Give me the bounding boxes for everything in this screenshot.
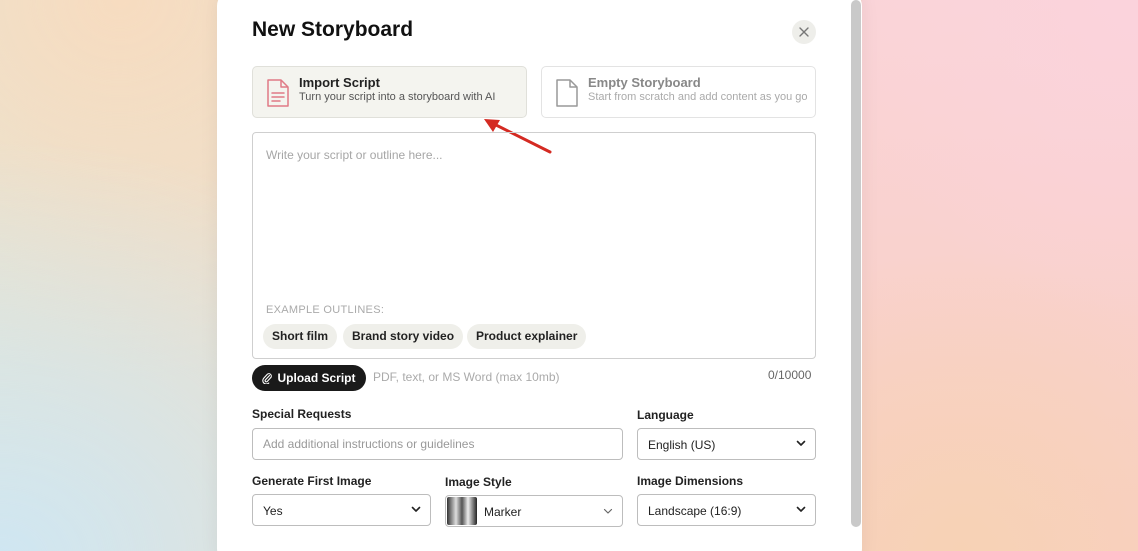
language-label: Language	[637, 408, 694, 422]
example-chip-short-film[interactable]: Short film	[263, 324, 337, 349]
image-dimensions-value: Landscape (16:9)	[648, 504, 742, 518]
language-select[interactable]: English (US)	[637, 428, 816, 460]
blank-document-icon	[556, 79, 578, 107]
image-dimensions-select[interactable]: Landscape (16:9)	[637, 494, 816, 526]
chevron-down-icon	[603, 508, 613, 514]
close-icon	[799, 27, 809, 37]
modal-title: New Storyboard	[252, 18, 414, 41]
special-requests-field[interactable]	[252, 428, 623, 460]
chevron-down-icon	[411, 506, 421, 512]
generate-first-image-select[interactable]: Yes	[252, 494, 431, 526]
import-script-title: Import Script	[299, 75, 380, 90]
image-dimensions-label: Image Dimensions	[637, 474, 744, 488]
special-requests-input[interactable]	[253, 429, 622, 459]
character-counter: 0/10000	[768, 368, 812, 382]
empty-storyboard-subtitle: Start from scratch and add content as yo…	[588, 91, 808, 103]
document-icon	[267, 79, 289, 107]
generate-first-image-value: Yes	[263, 504, 283, 518]
image-style-value: Marker	[484, 505, 522, 519]
empty-storyboard-option[interactable]: Empty Storyboard Start from scratch and …	[541, 66, 816, 118]
chevron-down-icon	[796, 506, 806, 512]
script-textarea[interactable]: Write your script or outline here... EXA…	[252, 132, 816, 359]
upload-script-label: Upload Script	[277, 371, 356, 385]
chevron-down-icon	[796, 440, 806, 446]
paperclip-icon	[262, 373, 273, 384]
marker-style-thumbnail	[447, 497, 477, 525]
script-placeholder: Write your script or outline here...	[266, 148, 443, 162]
scrollbar[interactable]	[851, 0, 861, 527]
example-chip-product-explainer[interactable]: Product explainer	[467, 324, 587, 349]
background-right	[862, 0, 1138, 551]
image-style-label: Image Style	[445, 475, 512, 489]
example-chip-brand-story[interactable]: Brand story video	[343, 324, 464, 349]
import-script-subtitle: Turn your script into a storyboard with …	[299, 91, 496, 103]
empty-storyboard-title: Empty Storyboard	[588, 75, 701, 90]
upload-hint: PDF, text, or MS Word (max 10mb)	[373, 370, 560, 384]
image-style-select[interactable]: Marker	[445, 495, 623, 527]
upload-script-button[interactable]: Upload Script	[252, 365, 366, 391]
generate-first-image-label: Generate First Image	[252, 474, 372, 488]
example-outlines-label: EXAMPLE OUTLINES:	[266, 304, 385, 316]
language-value: English (US)	[648, 438, 716, 452]
special-requests-label: Special Requests	[252, 407, 352, 421]
close-button[interactable]	[792, 20, 816, 44]
